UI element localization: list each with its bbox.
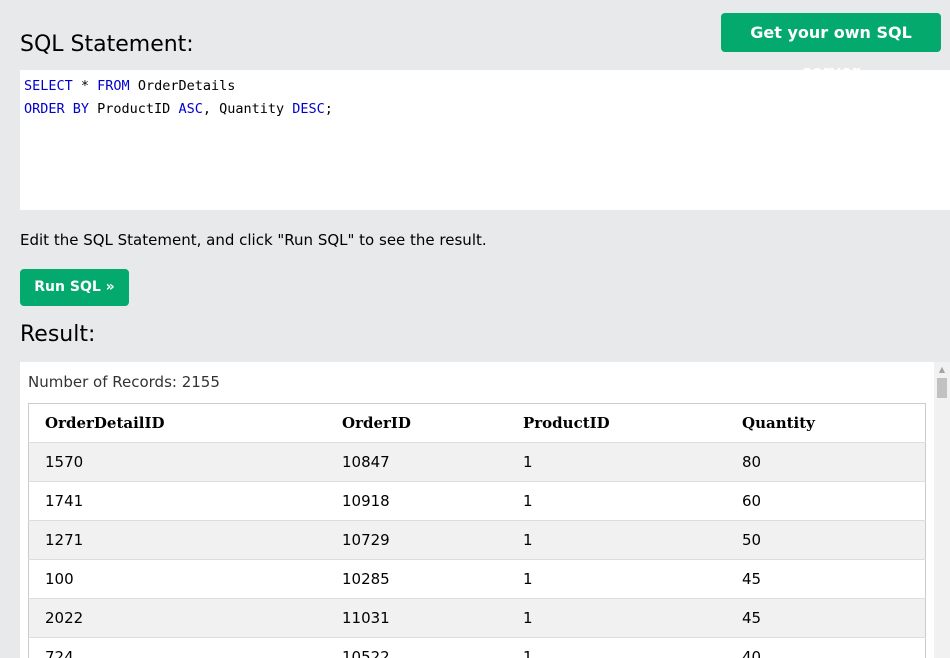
column-header: Quantity bbox=[726, 403, 926, 443]
table-cell: 1271 bbox=[28, 520, 326, 560]
code-text: ; bbox=[324, 101, 333, 117]
table-header-row: OrderDetailID OrderID ProductID Quantity bbox=[28, 403, 926, 443]
table-cell: 50 bbox=[726, 520, 926, 560]
scroll-up-arrow-icon[interactable]: ▲ bbox=[934, 364, 950, 376]
sql-editor-line-1: SELECT * FROM OrderDetails bbox=[24, 75, 950, 98]
table-cell: 1 bbox=[507, 637, 726, 658]
table-cell: 80 bbox=[726, 442, 926, 482]
table-cell: 2022 bbox=[28, 598, 326, 638]
table-cell: 10918 bbox=[326, 481, 507, 521]
table-cell: 60 bbox=[726, 481, 926, 521]
code-text: , Quantity bbox=[202, 101, 293, 117]
column-header: OrderID bbox=[326, 403, 507, 443]
table-cell: 10285 bbox=[326, 559, 507, 599]
table-cell: 1741 bbox=[28, 481, 326, 521]
table-cell: 10729 bbox=[326, 520, 507, 560]
instruction-text: Edit the SQL Statement, and click "Run S… bbox=[20, 231, 487, 249]
table-row: 1741 10918 1 60 bbox=[28, 481, 926, 521]
table-cell: 10522 bbox=[326, 637, 507, 658]
result-table: OrderDetailID OrderID ProductID Quantity… bbox=[28, 403, 926, 658]
table-cell: 724 bbox=[28, 637, 326, 658]
table-cell: 100 bbox=[28, 559, 326, 599]
table-row: 724 10522 1 40 bbox=[28, 637, 926, 658]
column-header: OrderDetailID bbox=[28, 403, 326, 443]
code-text: * bbox=[72, 78, 98, 94]
result-panel[interactable]: Number of Records: 2155 OrderDetailID Or… bbox=[20, 362, 950, 658]
table-cell: 1 bbox=[507, 481, 726, 521]
result-scrollbar[interactable]: ▲ bbox=[934, 362, 950, 658]
keyword-from: FROM bbox=[97, 78, 130, 94]
table-row: 2022 11031 1 45 bbox=[28, 598, 926, 638]
get-own-sql-server-button[interactable]: Get your own SQL server bbox=[721, 13, 941, 81]
code-text: OrderDetails bbox=[129, 78, 236, 94]
table-cell: 11031 bbox=[326, 598, 507, 638]
keyword-order-by: ORDER BY bbox=[24, 101, 90, 117]
sql-statement-title: SQL Statement: bbox=[20, 32, 194, 57]
run-sql-button[interactable]: Run SQL » bbox=[20, 269, 129, 306]
scroll-thumb[interactable] bbox=[937, 378, 947, 398]
table-cell: 1 bbox=[507, 598, 726, 638]
table-cell: 1 bbox=[507, 442, 726, 482]
table-cell: 1570 bbox=[28, 442, 326, 482]
table-row: 1570 10847 1 80 bbox=[28, 442, 926, 482]
keyword-asc: ASC bbox=[178, 101, 203, 117]
column-header: ProductID bbox=[507, 403, 726, 443]
sql-editor[interactable]: SELECT * FROM OrderDetails ORDER BY Prod… bbox=[20, 70, 950, 210]
records-count: Number of Records: 2155 bbox=[28, 373, 220, 391]
table-cell: 1 bbox=[507, 559, 726, 599]
page: Get your own SQL server SQL Statement: S… bbox=[0, 0, 950, 658]
keyword-desc: DESC bbox=[292, 101, 325, 117]
table-cell: 45 bbox=[726, 559, 926, 599]
table-row: 100 10285 1 45 bbox=[28, 559, 926, 599]
keyword-select: SELECT bbox=[24, 78, 73, 94]
table-row: 1271 10729 1 50 bbox=[28, 520, 926, 560]
sql-editor-line-2: ORDER BY ProductID ASC, Quantity DESC; bbox=[24, 98, 950, 121]
result-title: Result: bbox=[20, 322, 96, 347]
table-cell: 10847 bbox=[326, 442, 507, 482]
table-cell: 40 bbox=[726, 637, 926, 658]
table-cell: 1 bbox=[507, 520, 726, 560]
table-cell: 45 bbox=[726, 598, 926, 638]
code-text: ProductID bbox=[89, 101, 179, 117]
